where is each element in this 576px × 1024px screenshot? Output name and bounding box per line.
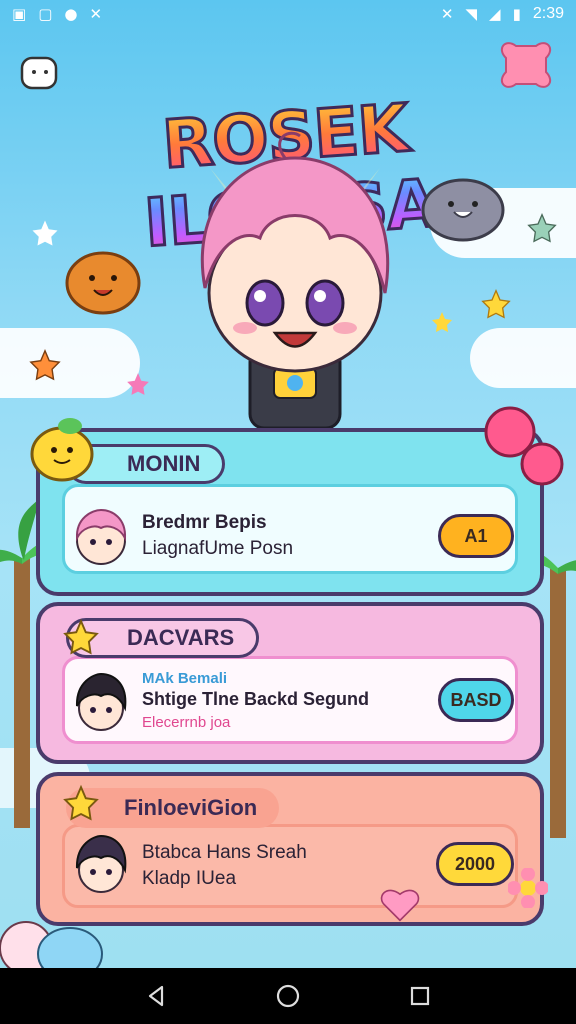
card-dacvars-button[interactable]: BASD: [438, 678, 514, 722]
heart-icon: [380, 889, 420, 922]
clock: 2:39: [532, 5, 564, 22]
navigation-bar: [0, 968, 576, 1024]
star-icon: [127, 373, 149, 395]
card-dacvars-text: MAk Bemali Shtige Tlne Backd Segund Elec…: [142, 670, 369, 731]
status-left-icons: ▣ ▢ ● ✕: [12, 4, 103, 23]
home-button[interactable]: [264, 972, 312, 1020]
card-dacvars-button-label: BASD: [450, 689, 502, 710]
star-icon: [63, 618, 99, 655]
blue-creature-icon: [0, 921, 103, 968]
location-icon: ●: [64, 4, 78, 23]
candy-icon: [500, 42, 552, 88]
card-finloevigion-text: Btabca Hans Sreah Kladp IUea: [142, 842, 307, 890]
flower-icon: [508, 868, 548, 908]
card-finloevigion-line1: Btabca Hans Sreah: [142, 842, 307, 863]
candy-icon: [484, 406, 564, 486]
wifi-icon: ◥: [465, 4, 478, 23]
back-button[interactable]: [132, 972, 180, 1020]
folder-icon: ▢: [38, 4, 53, 23]
star-icon: [29, 349, 61, 381]
bunny-icon: [20, 56, 58, 90]
tools-icon: ✕: [89, 4, 103, 23]
avatar: [75, 672, 127, 731]
cloud: [470, 328, 576, 388]
main-character-illustration: [200, 131, 390, 428]
card-monin-line1: Bredmr Bepis: [142, 512, 267, 533]
card-dacvars-line2: Elecerrnb joa: [142, 714, 231, 731]
cloud: [0, 328, 140, 398]
card-dacvars-line1: Shtige Tlne Backd Segund: [142, 689, 370, 709]
star-icon: [63, 784, 99, 821]
card-finloevigion-tab-label: FinloeviGion: [124, 795, 258, 820]
mute-icon: ✕: [440, 4, 454, 23]
card-finloevigion: FinloeviGion Btabca Hans Sreah Kladp IUe…: [36, 772, 544, 926]
avatar: [75, 508, 127, 565]
status-bar: ▣ ▢ ● ✕ ✕ ◥ ◢ ▮ 2:39: [0, 0, 576, 28]
recents-button[interactable]: [396, 972, 444, 1020]
status-right-icons: ✕ ◥ ◢ ▮ 2:39: [441, 5, 564, 23]
back-icon: [148, 985, 164, 1007]
signal-icon: ◢: [489, 4, 501, 23]
image-icon: ▣: [12, 4, 27, 23]
main-scene: ROSEK ILOQISA: [0, 28, 576, 968]
card-dacvars-line0: MAk Bemali: [142, 670, 228, 687]
star-icon: [527, 212, 557, 243]
orange-creature-icon: [65, 251, 141, 315]
card-monin-tab-label: MONIN: [127, 451, 201, 476]
home-icon: [276, 984, 300, 1008]
card-monin-line2: LiagnafUme Posn: [142, 538, 294, 559]
card-monin-button[interactable]: A1: [438, 514, 514, 558]
card-finloevigion-button[interactable]: 2000: [436, 842, 514, 886]
card-finloevigion-line2: Kladp IUea: [142, 868, 237, 889]
star-icon: [32, 220, 58, 246]
card-finloevigion-button-label: 2000: [454, 853, 496, 874]
card-dacvars-tab-label: DACVARS: [127, 625, 235, 650]
star-icon: [481, 288, 511, 319]
lemon-creature-icon: [30, 418, 94, 482]
recents-icon: [410, 986, 430, 1006]
avatar: [75, 834, 127, 893]
card-dacvars: DACVARS MAk Bemali Shtige Tlne Backd Seg…: [36, 602, 544, 764]
battery-icon: ▮: [512, 4, 521, 23]
card-monin-button-label: A1: [464, 525, 488, 546]
card-monin-text: Bredmr Bepis LiagnafUme Posn: [142, 512, 293, 560]
card-monin: MONIN Bredmr Bepis LiagnafUme Posn A1: [30, 418, 544, 596]
